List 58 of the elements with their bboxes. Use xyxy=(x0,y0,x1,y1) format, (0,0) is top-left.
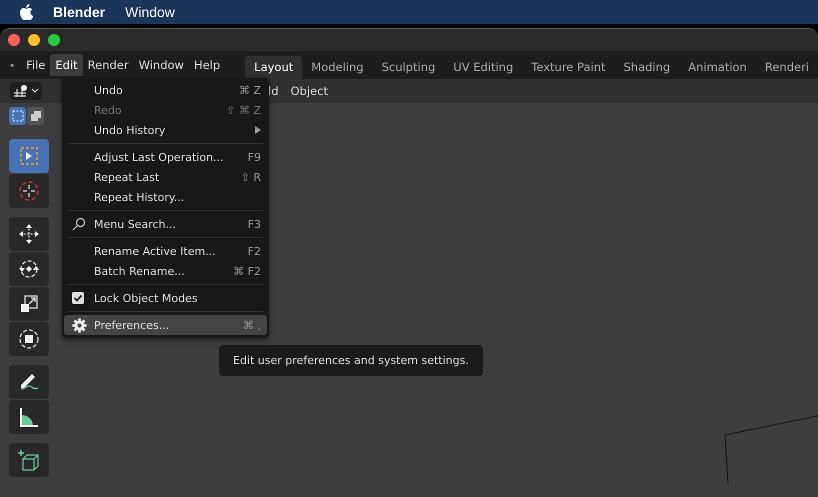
search-icon xyxy=(72,217,86,231)
menu-item[interactable]: Edit xyxy=(50,54,83,76)
menu-item[interactable]: Window xyxy=(125,4,175,20)
workspace-tab[interactable]: Layout xyxy=(245,56,302,79)
menu-item[interactable]: Menu Search... F3 xyxy=(64,214,267,234)
move-arrows-icon xyxy=(18,223,40,245)
cursor-tool-button[interactable] xyxy=(9,174,49,208)
add-cube-icon xyxy=(18,449,40,471)
app-menu[interactable]: Blender xyxy=(53,4,106,20)
transform-tool-button[interactable] xyxy=(9,322,49,356)
crosshair-icon xyxy=(18,180,40,202)
minimize-button[interactable] xyxy=(28,34,40,46)
menu-item[interactable]: Window xyxy=(134,54,189,76)
select-box-icon xyxy=(19,146,39,166)
checkbox-icon[interactable] xyxy=(72,292,84,304)
close-button[interactable] xyxy=(8,34,20,46)
workspace-tab[interactable]: Modeling xyxy=(302,56,373,79)
workspace-tab[interactable]: Renderi xyxy=(756,56,818,79)
menu-item[interactable]: Rename Active Item... F2 xyxy=(64,241,267,261)
menu-item[interactable]: Object xyxy=(284,84,334,98)
apple-logo-icon[interactable] xyxy=(19,4,33,20)
workspace-tab[interactable]: Sculpting xyxy=(372,56,444,79)
editor-type-button[interactable] xyxy=(10,82,42,100)
scale-tool-button[interactable] xyxy=(9,287,49,321)
tooltip: Edit user preferences and system settings. xyxy=(219,345,483,376)
ruler-icon xyxy=(18,406,40,428)
menu-item[interactable]: Render xyxy=(82,54,134,76)
select-new-button[interactable] xyxy=(9,107,26,125)
rotate-icon xyxy=(18,258,40,280)
menu-item[interactable]: Preferences... ⌘ , xyxy=(64,315,267,335)
workspace-tab[interactable]: UV Editing xyxy=(444,56,522,79)
chevron-down-icon xyxy=(31,88,39,94)
menu-item[interactable]: Batch Rename... ⌘ F2 xyxy=(64,261,267,281)
move-tool-button[interactable] xyxy=(9,217,49,251)
add-cube-tool-button[interactable] xyxy=(9,443,49,477)
menu-item[interactable]: Adjust Last Operation... F9 xyxy=(64,147,267,167)
workspace-tab[interactable]: Texture Paint xyxy=(522,56,614,79)
select-extend-button[interactable] xyxy=(27,107,44,125)
workspace-tab[interactable]: Animation xyxy=(679,56,756,79)
menu-item[interactable]: Undo History xyxy=(64,120,267,140)
menu-item[interactable]: Lock Object Modes xyxy=(64,288,267,308)
menu-item[interactable]: Repeat History... xyxy=(64,187,267,207)
rotate-tool-button[interactable] xyxy=(9,252,49,286)
submenu-arrow-icon xyxy=(255,126,261,134)
menu-item[interactable]: Undo ⌘ Z xyxy=(64,80,267,100)
transform-icon xyxy=(18,328,40,350)
measure-tool-button[interactable] xyxy=(9,400,49,434)
annotate-tool-button[interactable] xyxy=(9,365,49,399)
menu-item[interactable]: File xyxy=(21,54,50,76)
settings-icon xyxy=(72,318,87,332)
workspace-tab[interactable]: Shading xyxy=(614,56,680,79)
overlap-squares-icon xyxy=(30,110,42,122)
menu-item[interactable]: Help xyxy=(188,54,226,76)
menu-item[interactable]: Repeat Last ⇧ R xyxy=(64,167,267,187)
scale-icon xyxy=(18,293,40,315)
dashed-square-icon xyxy=(12,110,24,122)
axes-icon xyxy=(13,84,29,98)
zoom-button[interactable] xyxy=(48,34,60,46)
